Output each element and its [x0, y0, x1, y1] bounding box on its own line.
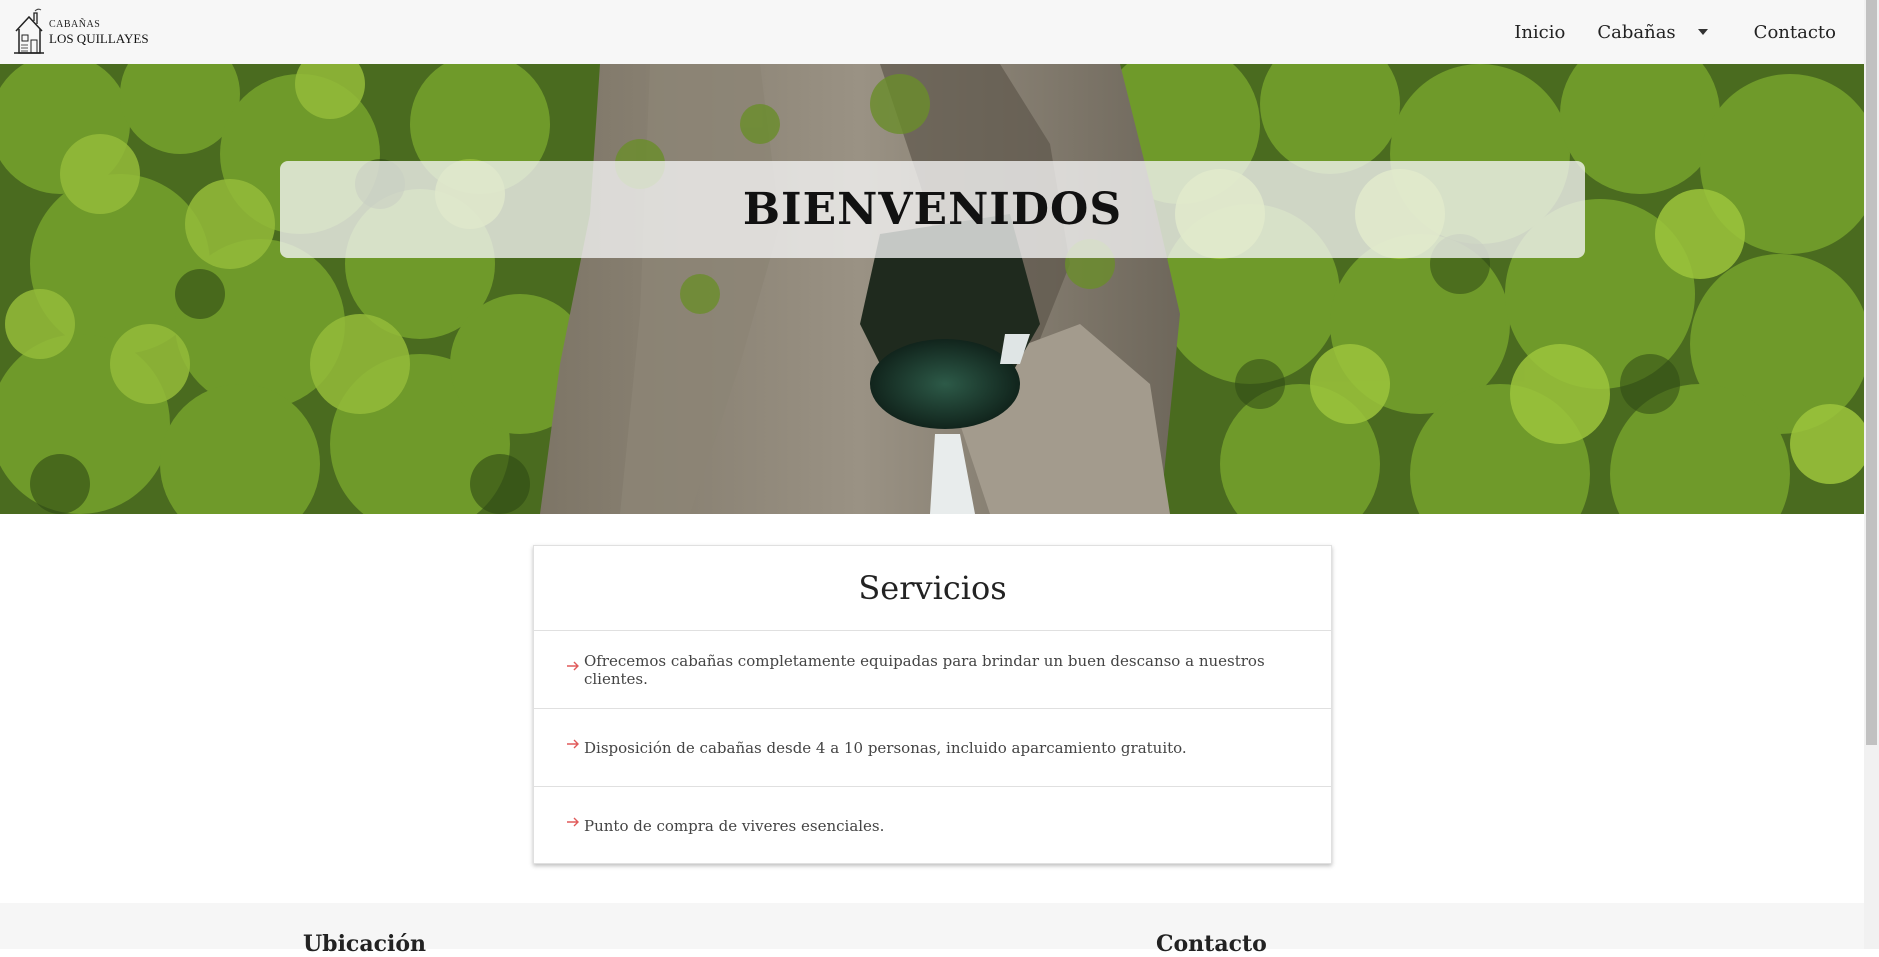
- footer-heading-ubicacion: Ubicación: [303, 931, 426, 957]
- nav-menu: Inicio Cabañas Contacto: [1498, 0, 1852, 64]
- footer: Ubicación Contacto: [0, 903, 1864, 957]
- brand-line-2: LOS QUILLAYES: [49, 30, 149, 46]
- nav-link-contacto[interactable]: Contacto: [1738, 22, 1852, 43]
- scrollbar-thumb[interactable]: [1866, 0, 1877, 745]
- house-cabin-icon: [14, 8, 44, 54]
- footer-heading-contacto: Contacto: [1156, 931, 1267, 957]
- nav-link-inicio[interactable]: Inicio: [1498, 22, 1581, 43]
- top-navbar: CABAÑAS LOS QUILLAYES Inicio Cabañas Con…: [0, 0, 1864, 64]
- services-header: Servicios: [534, 546, 1331, 631]
- arrow-right-icon: [567, 739, 579, 748]
- arrow-right-icon: [566, 661, 579, 670]
- services-title: Servicios: [858, 569, 1007, 607]
- arrow-right-icon: [567, 817, 579, 827]
- hero-title: BIENVENIDOS: [742, 184, 1123, 235]
- service-item: Punto de compra de viveres esenciales.: [534, 787, 1331, 865]
- service-item: Ofrecemos cabañas completamente equipada…: [534, 631, 1331, 709]
- service-text: Ofrecemos cabañas completamente equipada…: [583, 651, 1265, 688]
- caret-down-icon: [1697, 29, 1708, 35]
- hero-section: BIENVENIDOS: [0, 64, 1864, 514]
- nav-link-cabanas[interactable]: Cabañas: [1581, 22, 1737, 43]
- hero-banner: BIENVENIDOS: [280, 161, 1585, 258]
- page-scrollbar[interactable]: [1864, 0, 1879, 949]
- services-card: Servicios Ofrecemos cabañas completament…: [533, 545, 1332, 864]
- nav-link-cabanas-label: Cabañas: [1597, 21, 1676, 43]
- brand-logo-link[interactable]: CABAÑAS LOS QUILLAYES: [12, 4, 149, 60]
- service-text: Disposición de cabañas desde 4 a 10 pers…: [584, 738, 1187, 757]
- hero-waterfall-image: [0, 64, 1864, 514]
- brand-line-1: CABAÑAS: [49, 18, 101, 30]
- service-item: Disposición de cabañas desde 4 a 10 pers…: [534, 709, 1331, 787]
- service-text: Punto de compra de viveres esenciales.: [584, 817, 885, 835]
